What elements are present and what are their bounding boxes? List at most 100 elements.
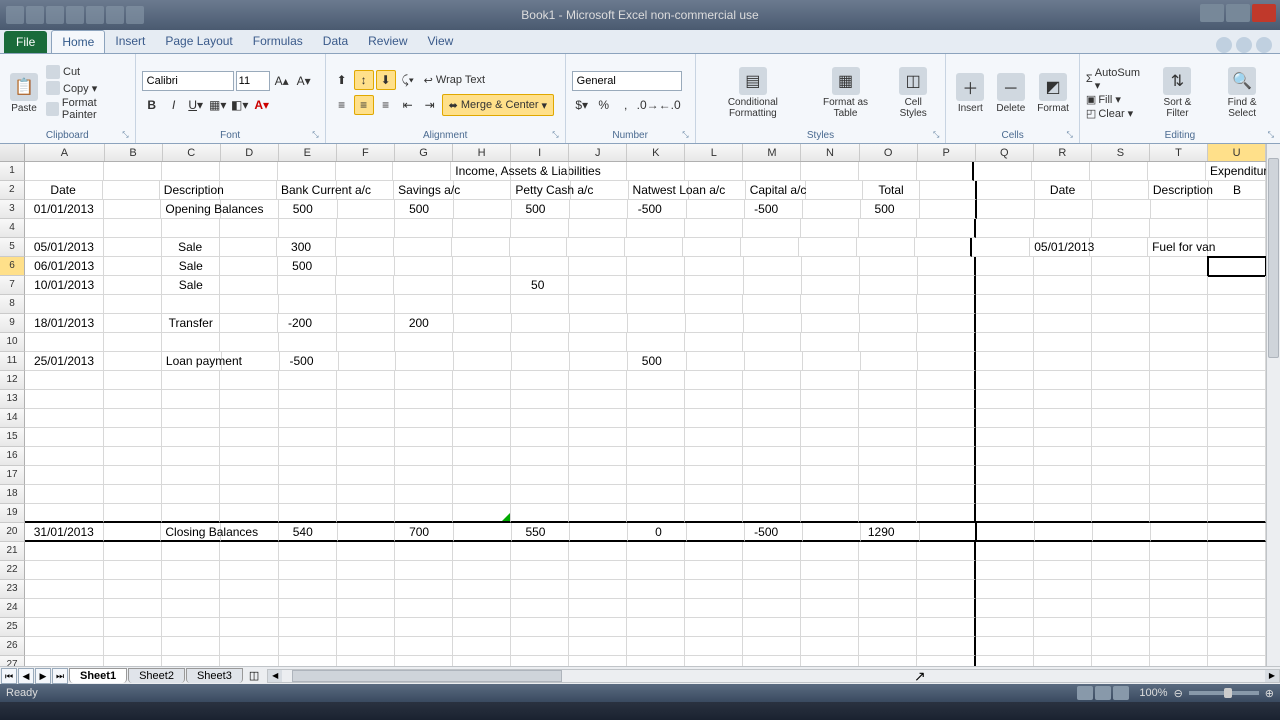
cell-L6[interactable] <box>685 257 743 276</box>
cell-L18[interactable] <box>685 485 743 504</box>
cell-G22[interactable] <box>395 561 453 580</box>
cell-U25[interactable] <box>1208 618 1266 637</box>
cell-K4[interactable] <box>627 219 685 238</box>
cell-M20[interactable]: -500 <box>745 523 804 542</box>
cell-P19[interactable] <box>917 504 975 523</box>
cell-L14[interactable] <box>685 409 743 428</box>
cell-O21[interactable] <box>859 542 917 561</box>
cell-R1[interactable] <box>1032 162 1090 181</box>
cell-N7[interactable] <box>802 276 860 295</box>
cell-E16[interactable] <box>279 447 337 466</box>
cell-J16[interactable] <box>569 447 627 466</box>
cell-F20[interactable] <box>338 523 396 542</box>
cell-J25[interactable] <box>569 618 627 637</box>
cell-I1[interactable] <box>511 162 569 181</box>
minimize-ribbon-icon[interactable] <box>1216 37 1232 53</box>
font-size-select[interactable] <box>236 71 270 91</box>
cell-M22[interactable] <box>743 561 801 580</box>
cell-U10[interactable] <box>1208 333 1266 352</box>
cell-J4[interactable] <box>569 219 627 238</box>
cell-T24[interactable] <box>1150 599 1208 618</box>
cell-H26[interactable] <box>453 637 511 656</box>
row-header-15[interactable]: 15 <box>0 428 25 447</box>
cell-J24[interactable] <box>569 599 627 618</box>
cell-U21[interactable] <box>1208 542 1266 561</box>
cell-U15[interactable] <box>1208 428 1266 447</box>
decrease-font-button[interactable]: A▾ <box>294 71 314 91</box>
cell-L9[interactable] <box>686 314 744 333</box>
cell-K15[interactable] <box>627 428 685 447</box>
cell-A16[interactable] <box>25 447 104 466</box>
cell-T17[interactable] <box>1150 466 1208 485</box>
cell-A11[interactable]: 25/01/2013 <box>25 352 104 371</box>
cell-P13[interactable] <box>917 390 975 409</box>
cell-E6[interactable]: 500 <box>278 257 337 276</box>
cell-L16[interactable] <box>685 447 743 466</box>
cell-N1[interactable] <box>801 162 859 181</box>
cell-L21[interactable] <box>685 542 743 561</box>
column-header-G[interactable]: G <box>395 144 453 161</box>
cell-C20[interactable]: Closing Balances <box>161 523 221 542</box>
cell-K27[interactable] <box>627 656 685 666</box>
cell-A26[interactable] <box>25 637 104 656</box>
cell-G26[interactable] <box>395 637 453 656</box>
cell-B15[interactable] <box>104 428 162 447</box>
cell-T13[interactable] <box>1150 390 1208 409</box>
cell-R11[interactable] <box>1034 352 1092 371</box>
cell-K11[interactable]: 500 <box>628 352 687 371</box>
cell-D13[interactable] <box>220 390 278 409</box>
cell-B9[interactable] <box>104 314 162 333</box>
cell-M12[interactable] <box>743 371 801 390</box>
cell-D25[interactable] <box>220 618 278 637</box>
cell-E14[interactable] <box>279 409 337 428</box>
cell-N21[interactable] <box>801 542 859 561</box>
cell-Q16[interactable] <box>976 447 1034 466</box>
column-header-K[interactable]: K <box>627 144 685 161</box>
wrap-text-button[interactable]: ↩Wrap Text <box>420 70 489 90</box>
cell-A2[interactable]: Date <box>25 181 103 200</box>
cell-S23[interactable] <box>1092 580 1150 599</box>
column-header-J[interactable]: J <box>569 144 627 161</box>
cell-M13[interactable] <box>743 390 801 409</box>
cell-R19[interactable] <box>1034 504 1092 523</box>
row-header-17[interactable]: 17 <box>0 466 25 485</box>
cell-O26[interactable] <box>859 637 917 656</box>
undo-icon[interactable] <box>26 6 44 24</box>
cell-G16[interactable] <box>395 447 453 466</box>
cell-O20[interactable]: 1290 <box>861 523 920 542</box>
cell-I13[interactable] <box>511 390 569 409</box>
cell-O11[interactable] <box>861 352 919 371</box>
cell-F16[interactable] <box>337 447 395 466</box>
cell-D6[interactable] <box>220 257 278 276</box>
cell-H16[interactable] <box>453 447 511 466</box>
cell-B26[interactable] <box>104 637 162 656</box>
cell-S2[interactable] <box>1092 181 1149 200</box>
cell-U3[interactable] <box>1208 200 1266 219</box>
row-header-12[interactable]: 12 <box>0 371 25 390</box>
help-icon[interactable] <box>1236 37 1252 53</box>
cell-U13[interactable] <box>1208 390 1266 409</box>
cell-U26[interactable] <box>1208 637 1266 656</box>
cell-P8[interactable] <box>917 295 975 314</box>
cell-J21[interactable] <box>569 542 627 561</box>
cell-M5[interactable] <box>741 238 799 257</box>
cell-N9[interactable] <box>802 314 860 333</box>
align-bottom-button[interactable]: ⬇ <box>376 70 396 90</box>
cell-G20[interactable]: 700 <box>395 523 454 542</box>
cell-M25[interactable] <box>743 618 801 637</box>
cell-T3[interactable] <box>1151 200 1209 219</box>
cell-L2[interactable] <box>689 181 746 200</box>
cell-R5[interactable]: 05/01/2013 <box>1030 238 1090 257</box>
cell-D8[interactable] <box>220 295 278 314</box>
cell-I16[interactable] <box>511 447 569 466</box>
page-layout-view-button[interactable] <box>1095 686 1111 700</box>
sheet-tab-sheet1[interactable]: Sheet1 <box>69 668 127 683</box>
cell-I3[interactable]: 500 <box>512 200 571 219</box>
column-header-F[interactable]: F <box>337 144 395 161</box>
cell-O13[interactable] <box>859 390 917 409</box>
column-header-Q[interactable]: Q <box>976 144 1034 161</box>
cell-E11[interactable]: -500 <box>280 352 339 371</box>
cell-J10[interactable] <box>569 333 627 352</box>
cell-K10[interactable] <box>627 333 685 352</box>
cell-T9[interactable] <box>1150 314 1208 333</box>
